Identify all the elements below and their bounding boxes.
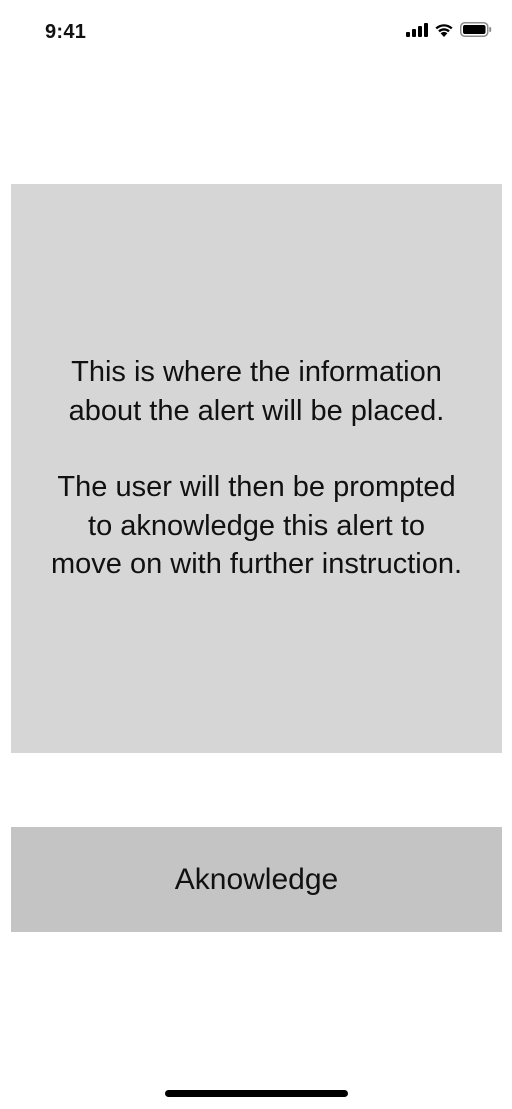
alert-info-text: This is where the information about the … — [68, 356, 445, 427]
alert-panel: This is where the information about the … — [11, 184, 502, 753]
status-bar: 9:41 — [0, 0, 512, 60]
acknowledge-button[interactable]: Aknowledge — [11, 827, 502, 932]
signal-icon — [406, 22, 428, 37]
status-icons — [406, 22, 492, 37]
status-time: 9:41 — [45, 21, 87, 43]
wifi-icon — [435, 24, 453, 37]
battery-icon — [460, 22, 492, 37]
alert-instruction-text: The user will then be prompted to aknowl… — [51, 471, 463, 581]
home-indicator[interactable] — [165, 1090, 348, 1097]
